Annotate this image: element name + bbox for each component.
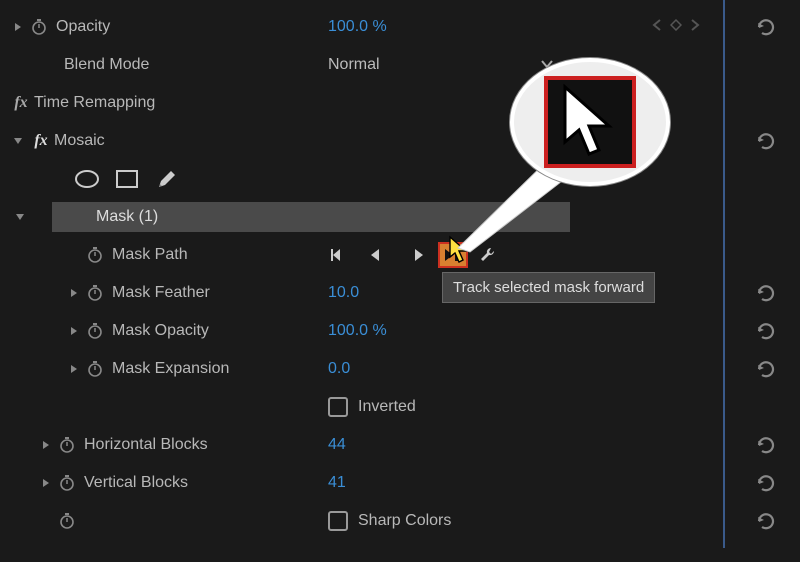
inverted-checkbox[interactable] xyxy=(328,397,348,417)
mask-feather-label: Mask Feather xyxy=(112,284,262,302)
inverted-row: Inverted xyxy=(0,388,800,426)
chevron-down-icon[interactable] xyxy=(8,136,28,146)
stopwatch-icon[interactable] xyxy=(56,472,78,494)
chevron-right-icon[interactable] xyxy=(64,364,84,374)
mask-expansion-value[interactable]: 0.0 xyxy=(328,360,448,378)
blend-mode-value: Normal xyxy=(328,56,380,74)
mosaic-row: fx Mosaic xyxy=(0,122,800,160)
chevron-right-icon[interactable] xyxy=(64,288,84,298)
opacity-row: Opacity 100.0 % xyxy=(0,8,800,46)
chevron-right-icon[interactable] xyxy=(8,22,28,32)
mask-expansion-row: Mask Expansion 0.0 xyxy=(0,350,800,388)
fx-icon: fx xyxy=(8,94,34,112)
mask-feather-value[interactable]: 10.0 xyxy=(328,284,448,302)
reset-icon[interactable] xyxy=(752,471,780,495)
timeline-playhead[interactable] xyxy=(723,0,725,548)
vertical-blocks-row: Vertical Blocks 41 xyxy=(0,464,800,502)
horizontal-blocks-row: Horizontal Blocks 44 xyxy=(0,426,800,464)
time-remapping-label: Time Remapping xyxy=(34,94,214,112)
keyframe-diamond-icon[interactable] xyxy=(670,18,682,36)
callout-bubble xyxy=(510,58,670,186)
inverted-label: Inverted xyxy=(358,398,416,416)
stopwatch-icon[interactable] xyxy=(84,282,106,304)
stopwatch-icon[interactable] xyxy=(84,244,106,266)
vertical-blocks-label: Vertical Blocks xyxy=(84,474,264,492)
horizontal-blocks-value[interactable]: 44 xyxy=(328,436,448,454)
chevron-right-icon[interactable] xyxy=(36,440,56,450)
reset-icon[interactable] xyxy=(752,15,780,39)
mask-path-label: Mask Path xyxy=(112,246,292,264)
opacity-value[interactable]: 100.0 % xyxy=(328,18,448,36)
stopwatch-icon[interactable] xyxy=(56,434,78,456)
reset-icon[interactable] xyxy=(752,509,780,533)
reset-icon[interactable] xyxy=(752,433,780,457)
pen-mask-icon[interactable] xyxy=(152,167,182,191)
track-backward-icon[interactable] xyxy=(326,242,356,268)
blend-mode-row: Blend Mode Normal xyxy=(0,46,800,84)
mask-opacity-row: Mask Opacity 100.0 % xyxy=(0,312,800,350)
next-keyframe-icon[interactable] xyxy=(690,18,700,36)
rectangle-mask-icon[interactable] xyxy=(112,167,142,191)
mask-shape-row xyxy=(0,160,800,198)
mosaic-label: Mosaic xyxy=(54,132,234,150)
chevron-right-icon[interactable] xyxy=(36,478,56,488)
prev-keyframe-icon[interactable] xyxy=(652,18,662,36)
reset-icon[interactable] xyxy=(752,281,780,305)
mask-feather-row: Mask Feather 10.0 xyxy=(0,274,800,312)
time-remapping-row: fx Time Remapping xyxy=(0,84,800,122)
reset-icon[interactable] xyxy=(752,129,780,153)
chevron-right-icon[interactable] xyxy=(64,326,84,336)
step-forward-icon[interactable] xyxy=(404,242,434,268)
ellipse-mask-icon[interactable] xyxy=(72,167,102,191)
tooltip: Track selected mask forward xyxy=(442,272,655,303)
mask-opacity-label: Mask Opacity xyxy=(112,322,262,340)
mask-opacity-value[interactable]: 100.0 % xyxy=(328,322,448,340)
cursor-large-icon xyxy=(555,82,625,162)
mask-expansion-label: Mask Expansion xyxy=(112,360,262,378)
vertical-blocks-value[interactable]: 41 xyxy=(328,474,448,492)
stopwatch-icon[interactable] xyxy=(84,320,106,342)
sharp-colors-checkbox[interactable] xyxy=(328,511,348,531)
opacity-label: Opacity xyxy=(56,18,236,36)
mask-path-row: Mask Path xyxy=(0,236,800,274)
stopwatch-icon[interactable] xyxy=(28,16,50,38)
effect-controls-panel: Opacity 100.0 % Blend Mode Normal fx Tim… xyxy=(0,0,800,548)
stopwatch-icon[interactable] xyxy=(56,510,78,532)
chevron-down-icon[interactable] xyxy=(10,212,30,222)
reset-icon[interactable] xyxy=(752,319,780,343)
callout-highlight xyxy=(544,76,636,168)
stopwatch-icon[interactable] xyxy=(84,358,106,380)
step-backward-icon[interactable] xyxy=(360,242,390,268)
sharp-colors-label: Sharp Colors xyxy=(358,512,451,530)
horizontal-blocks-label: Horizontal Blocks xyxy=(84,436,264,454)
fx-icon: fx xyxy=(28,132,54,150)
keyframe-nav xyxy=(652,18,700,36)
reset-icon[interactable] xyxy=(752,357,780,381)
sharp-colors-row: · Sharp Colors xyxy=(0,502,800,540)
blend-mode-label: Blend Mode xyxy=(64,56,244,74)
